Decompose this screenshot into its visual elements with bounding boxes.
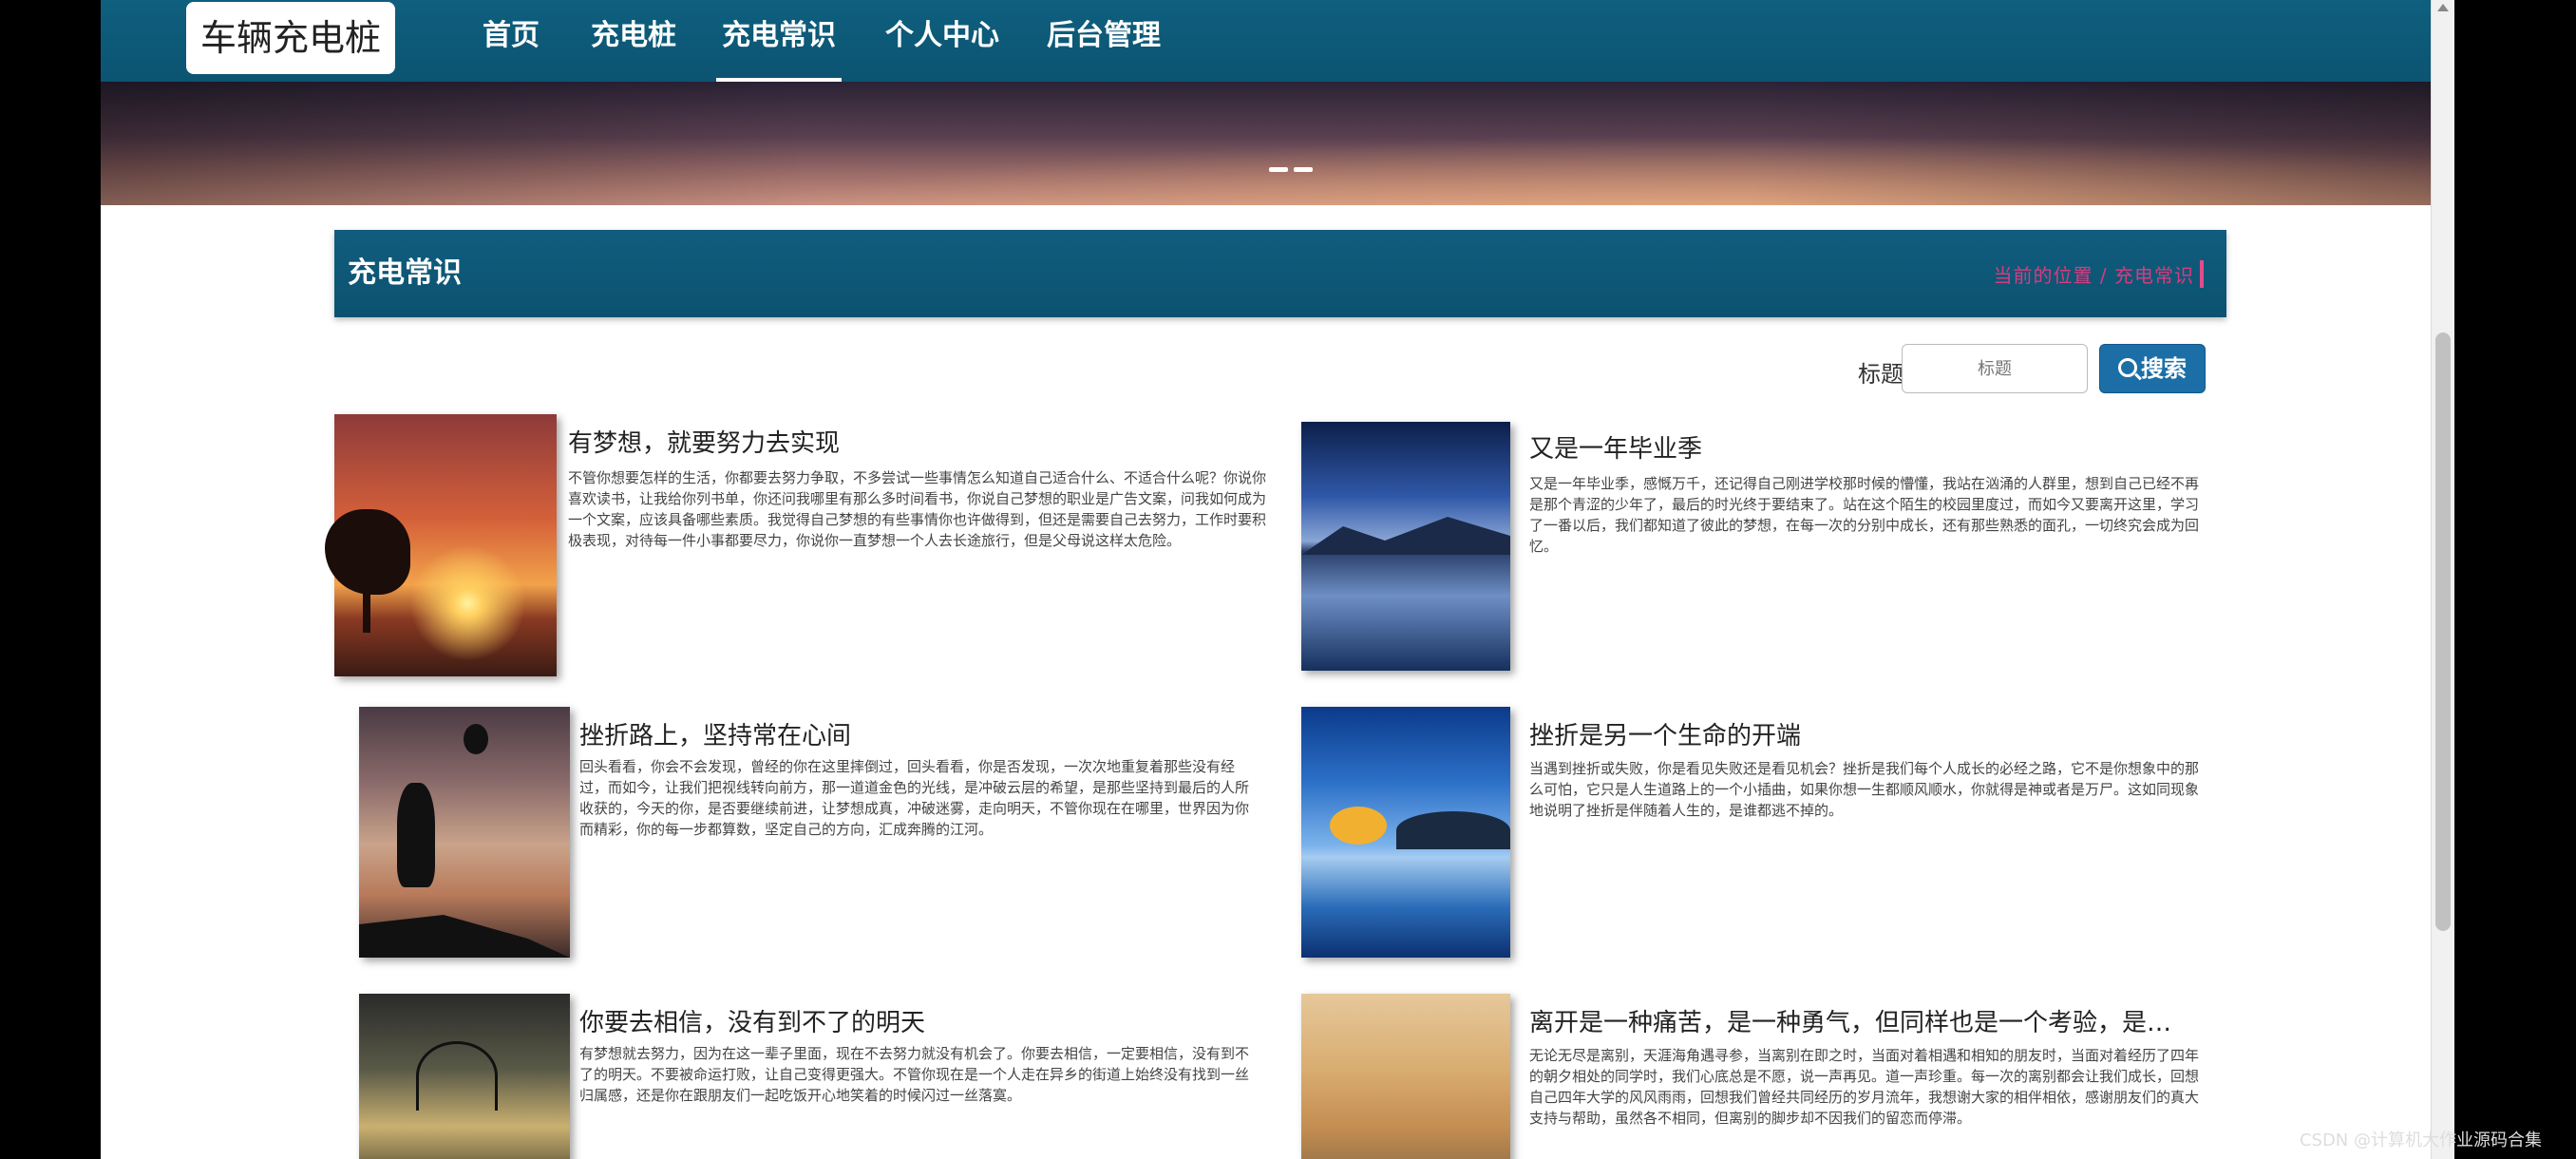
section-header: 充电常识 当前的位置 / 充电常识	[334, 230, 2226, 317]
breadcrumb: 当前的位置 / 充电常识	[1994, 260, 2204, 288]
browser-viewport: 车辆充电桩 首页 充电桩 充电常识 个人中心 后台管理 充电常识 当前的位置 /…	[101, 0, 2454, 1159]
article-summary: 不管你想要怎样的生活，你都要去努力争取，不多尝试一些事情怎么知道自己适合什么、不…	[568, 469, 1267, 549]
island-silhouette	[1396, 811, 1510, 849]
nav-admin[interactable]: 后台管理	[1047, 0, 1161, 82]
vertical-scrollbar[interactable]	[2431, 0, 2454, 1159]
tree-silhouette	[1330, 807, 1387, 845]
nav-personal-center[interactable]: 个人中心	[885, 0, 999, 82]
mountain-silhouette	[1301, 517, 1510, 555]
search-input[interactable]	[1902, 344, 2088, 393]
girl-silhouette	[397, 783, 435, 887]
csdn-watermark: CSDN @计算机大作业源码合集	[2299, 1130, 2542, 1150]
article-item[interactable]: 你要去相信，没有到不了的明天 有梦想就去努力，因为在这一辈子里面，现在不去努力就…	[359, 994, 1404, 1159]
article-summary: 回头看看，你会不会发现，曾经的你在这里摔倒过，回头看看，你是否发现，一次次地重复…	[579, 758, 1250, 838]
article-summary: 当遇到挫折或失败，你是看见失败还是看见机会？挫折是我们每个人成长的必经之路，它不…	[1529, 760, 2200, 819]
breadcrumb-text[interactable]: 当前的位置 / 充电常识	[1994, 264, 2194, 287]
banner-image	[101, 82, 2454, 205]
article-item[interactable]: 有梦想，就要努力去实现 不管你想要怎样的生活，你都要去努力争取，不多尝试一些事情…	[325, 414, 1379, 680]
search-button-label: 搜索	[2141, 355, 2187, 382]
article-thumbnail[interactable]	[1301, 707, 1510, 958]
article-thumbnail[interactable]	[1301, 422, 1510, 671]
article-thumbnail[interactable]	[359, 707, 570, 958]
article-thumbnail[interactable]	[325, 414, 557, 676]
article-item[interactable]: 离开是一种痛苦，是一种勇气，但同样也是一个考验，是一个新的... 无论无尽是离别…	[1301, 994, 2346, 1159]
balloon-silhouette	[464, 724, 488, 754]
rock-silhouette	[359, 915, 570, 958]
section-title: 充电常识	[348, 256, 462, 290]
search-label: 标题	[1858, 361, 1904, 388]
article-title[interactable]: 有梦想，就要努力去实现	[568, 424, 1233, 459]
article-title[interactable]: 你要去相信，没有到不了的明天	[579, 1003, 1244, 1038]
article-title[interactable]: 离开是一种痛苦，是一种勇气，但同样也是一个考验，是一个新的...	[1529, 1003, 2194, 1038]
nav-charging-knowledge[interactable]: 充电常识	[716, 0, 842, 82]
nav-home[interactable]: 首页	[483, 0, 540, 82]
article-item[interactable]: 挫折路上，坚持常在心间 回头看看，你会不会发现，曾经的你在这里摔倒过，回头看看，…	[359, 707, 1404, 963]
article-item[interactable]: 又是一年毕业季 又是一年毕业季，感慨万千，还记得自己刚进学校那时候的懵懂，我站在…	[1301, 422, 2346, 678]
article-title[interactable]: 挫折是另一个生命的开端	[1529, 716, 2194, 751]
search-icon	[2118, 358, 2137, 377]
site-logo[interactable]: 车辆充电桩	[186, 2, 395, 74]
tree-trunk	[363, 576, 370, 633]
article-summary: 有梦想就去努力，因为在这一辈子里面，现在不去努力就没有机会了。你要去相信，一定要…	[579, 1045, 1250, 1104]
article-title[interactable]: 又是一年毕业季	[1529, 429, 2194, 465]
search-button[interactable]: 搜索	[2099, 344, 2206, 393]
carousel-dot-2[interactable]	[1294, 167, 1313, 172]
article-summary: 无论无尽是离别，天涯海角遇寻参，当离别在即之时，当面对着相遇和相知的朋友时，当面…	[1529, 1047, 2200, 1127]
article-thumbnail[interactable]	[1301, 994, 1510, 1159]
scrollbar-thumb[interactable]	[2435, 332, 2451, 931]
nav-charging-piles[interactable]: 充电桩	[591, 0, 676, 82]
tree-silhouette	[416, 1041, 498, 1111]
article-thumbnail[interactable]	[359, 994, 570, 1159]
article-summary: 又是一年毕业季，感慨万千，还记得自己刚进学校那时候的懵懂，我站在汹涌的人群里，想…	[1529, 475, 2200, 555]
carousel-dot-1[interactable]	[1269, 167, 1288, 172]
top-navbar: 车辆充电桩 首页 充电桩 充电常识 个人中心 后台管理	[101, 0, 2454, 82]
article-item[interactable]: 挫折是另一个生命的开端 当遇到挫折或失败，你是看见失败还是看见机会？挫折是我们每…	[1301, 707, 2346, 963]
scroll-up-arrow-icon[interactable]	[2437, 4, 2449, 11]
banner-carousel	[101, 82, 2454, 205]
article-title[interactable]: 挫折路上，坚持常在心间	[579, 716, 1244, 751]
